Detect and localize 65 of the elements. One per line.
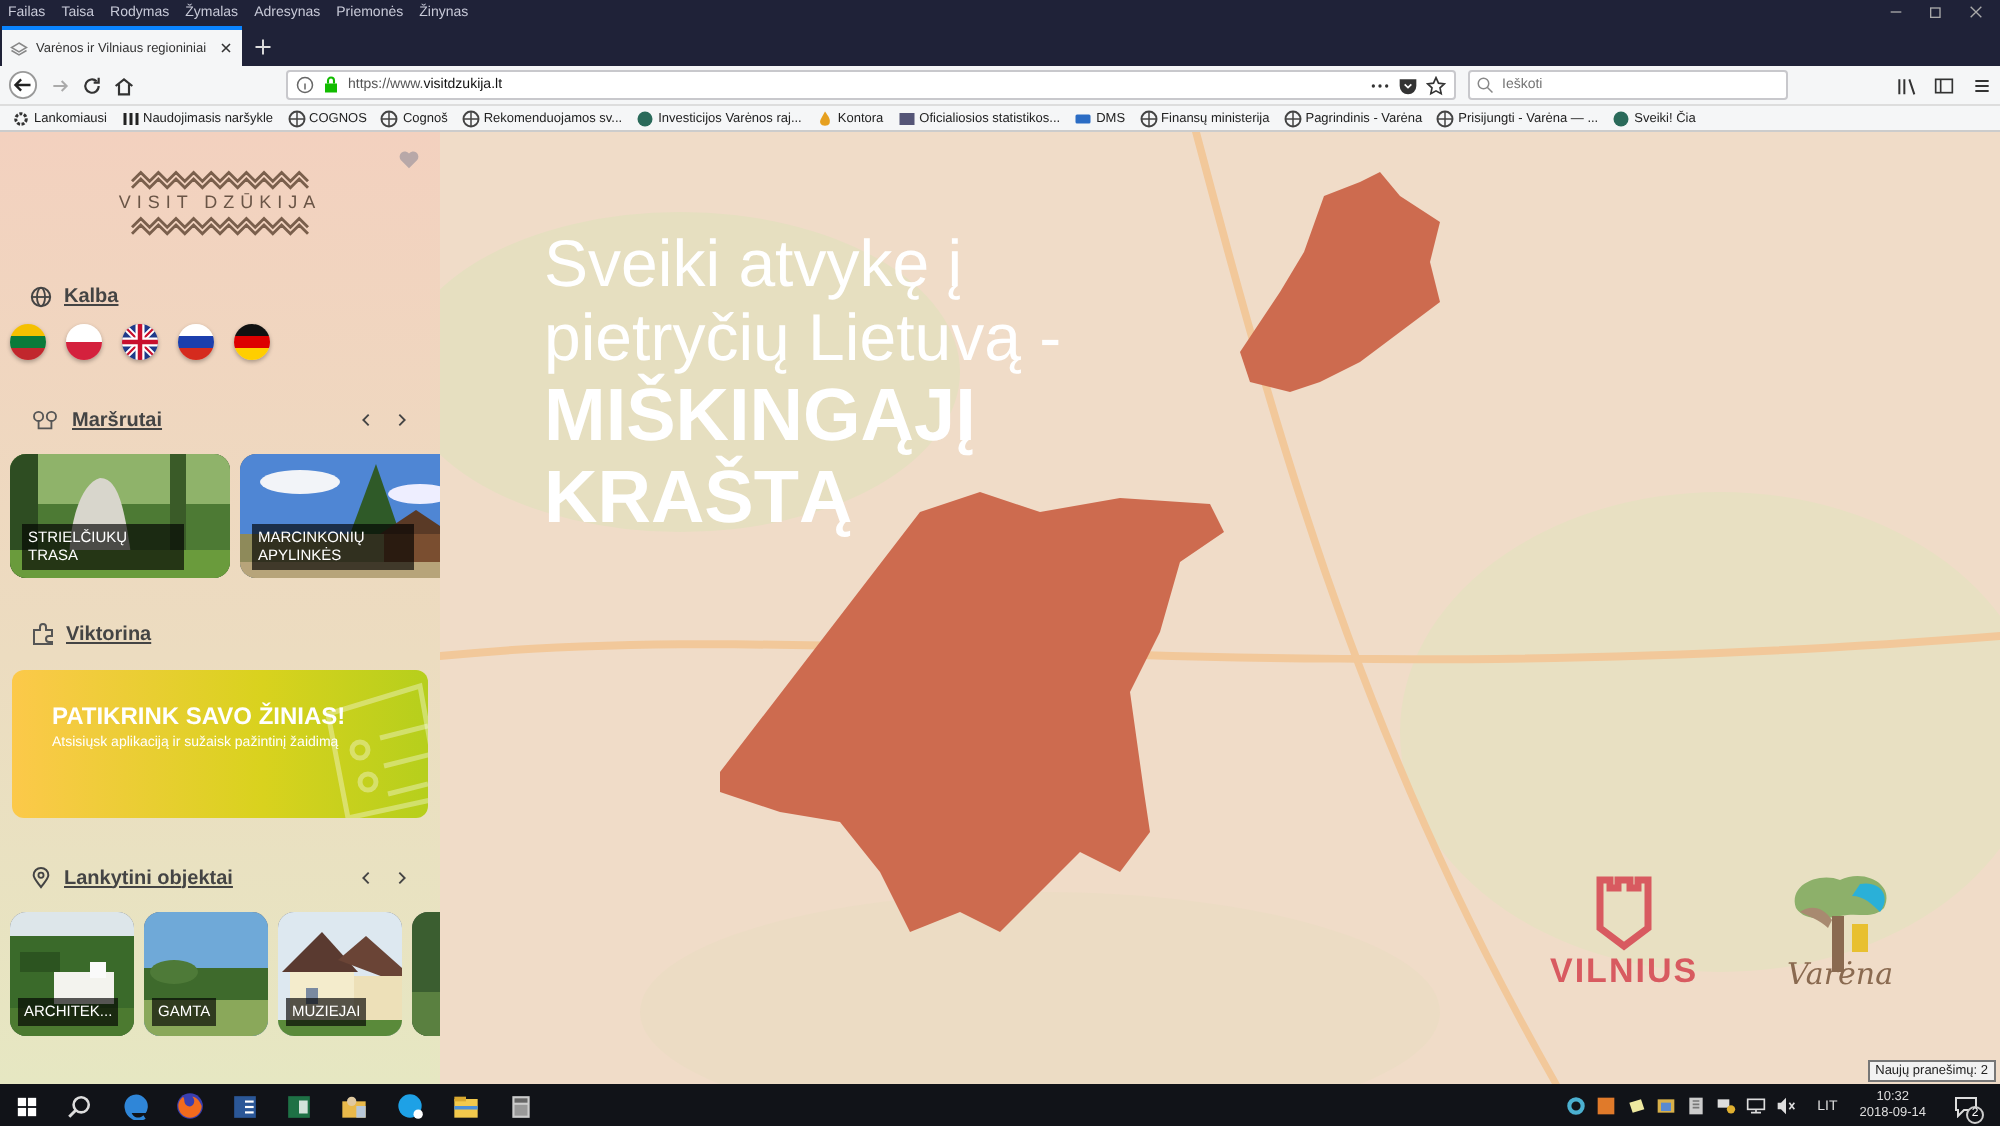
- chat-bubble-icon: [1954, 1094, 1978, 1118]
- folder-people-icon[interactable]: [340, 1092, 368, 1120]
- orb-icon: [1612, 109, 1631, 127]
- flag-icon[interactable]: [234, 324, 270, 360]
- document-icon[interactable]: [232, 1093, 258, 1119]
- library-icon[interactable]: [1896, 75, 1916, 95]
- monitor-icon[interactable]: [1745, 1096, 1766, 1116]
- sidebar-icon[interactable]: [1934, 75, 1954, 95]
- spreadsheet-icon[interactable]: [286, 1093, 312, 1119]
- info-icon: [296, 76, 314, 94]
- section-link[interactable]: Kalba: [64, 285, 119, 307]
- folder-icon[interactable]: [452, 1092, 480, 1120]
- next-icon[interactable]: [394, 412, 410, 428]
- orb-icon: [636, 109, 655, 127]
- search-icon[interactable]: [66, 1093, 92, 1119]
- reload-icon[interactable]: [82, 75, 102, 95]
- lock-icon: [322, 76, 340, 94]
- globe-icon: [380, 109, 399, 127]
- close-icon[interactable]: [218, 40, 234, 56]
- globe-icon: [1436, 109, 1455, 127]
- next-icon[interactable]: [394, 870, 410, 886]
- ring-icon[interactable]: [1565, 1096, 1586, 1116]
- chat-icon[interactable]: [396, 1092, 424, 1120]
- previous-icon[interactable]: [358, 870, 374, 886]
- section-link[interactable]: Maršrutai: [72, 409, 163, 431]
- search-icon: [1476, 76, 1494, 94]
- calculator-icon[interactable]: [508, 1093, 534, 1119]
- pocket-icon[interactable]: [1398, 75, 1418, 95]
- browser-icon[interactable]: [120, 1092, 148, 1120]
- puzzle-icon: [30, 622, 54, 646]
- speaker-muted-icon[interactable]: [1775, 1096, 1796, 1116]
- windows-icon[interactable]: [16, 1095, 38, 1117]
- logo-text: VISIT DZŪKIJA: [118, 192, 322, 212]
- globe-icon: [461, 109, 480, 127]
- section-link[interactable]: Viktorina: [66, 623, 152, 645]
- previous-icon[interactable]: [358, 412, 374, 428]
- bars-icon: [121, 109, 139, 127]
- book-icon[interactable]: [1685, 1096, 1706, 1116]
- new-tab-icon[interactable]: [253, 37, 271, 55]
- layers-icon: [10, 39, 28, 57]
- map-pins-icon: [30, 409, 60, 431]
- menu-icon[interactable]: [1972, 75, 1992, 95]
- gear-icon: [12, 109, 30, 127]
- globe-icon: [287, 109, 306, 127]
- network-icon[interactable]: [1715, 1096, 1736, 1116]
- close-icon[interactable]: [1968, 4, 1984, 20]
- browser-icon[interactable]: [176, 1092, 204, 1120]
- globe-icon: [1283, 109, 1302, 127]
- location-pin-icon: [30, 866, 52, 890]
- square-icon[interactable]: [1595, 1096, 1616, 1116]
- chart-icon: [897, 109, 916, 127]
- window-icon[interactable]: [1655, 1096, 1676, 1116]
- flame-icon: [815, 109, 834, 127]
- flag-icon[interactable]: [178, 324, 214, 360]
- home-icon[interactable]: [114, 75, 134, 95]
- star-icon[interactable]: [1426, 75, 1446, 95]
- globe-icon: [30, 285, 52, 307]
- back-icon[interactable]: [8, 70, 38, 100]
- globe-icon: [1139, 109, 1158, 127]
- flag-icon[interactable]: [122, 324, 158, 360]
- restore-icon[interactable]: [1928, 4, 1944, 20]
- section-link[interactable]: Lankytini objektai: [64, 867, 233, 889]
- note-icon[interactable]: [1625, 1096, 1646, 1116]
- banner-title: PATIKRINK SAVO ŽINIAS!: [52, 702, 348, 730]
- tag-icon: [1074, 109, 1093, 127]
